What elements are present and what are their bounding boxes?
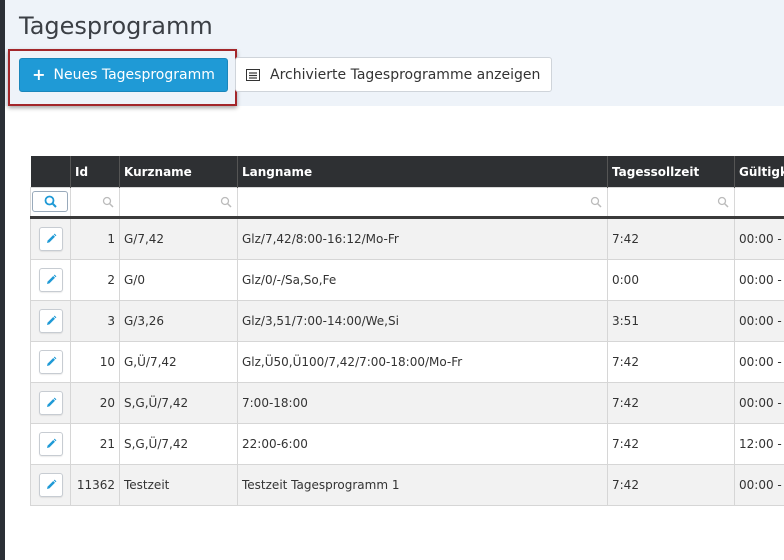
table-row: 3 G/3,26 Glz/3,51/7:00-14:00/We,Si 3:51 … — [30, 300, 784, 342]
row-actions-cell — [30, 217, 71, 260]
column-header-id[interactable]: Id — [70, 156, 120, 188]
edit-button[interactable] — [39, 391, 63, 415]
cell-id: 21 — [70, 423, 120, 465]
row-actions-cell — [30, 341, 71, 383]
pencil-icon — [47, 274, 57, 284]
cell-id: 2 — [70, 259, 120, 301]
plus-icon: + — [32, 65, 46, 84]
row-actions-cell — [30, 259, 71, 301]
show-archived-button[interactable]: Archivierte Tagesprogramme anzeigen — [235, 57, 552, 92]
cell-tagessollzeit: 7:42 — [607, 464, 735, 506]
cell-id: 10 — [70, 341, 120, 383]
cell-langname: Glz/7,42/8:00-16:12/Mo-Fr — [237, 217, 608, 260]
cell-gueltigkeit: 00:00 - — [734, 217, 784, 260]
cell-tagessollzeit: 7:42 — [607, 217, 735, 260]
pencil-icon — [47, 233, 57, 243]
filter-row — [30, 187, 784, 219]
filter-input-id[interactable] — [70, 187, 120, 219]
edit-button[interactable] — [39, 432, 63, 456]
row-actions-cell — [30, 382, 71, 424]
cell-gueltigkeit: 00:00 - — [734, 382, 784, 424]
edit-button[interactable] — [39, 350, 63, 374]
cell-id: 1 — [70, 217, 120, 260]
cell-langname: Glz/0/-/Sa,So,Fe — [237, 259, 608, 301]
tagesprogramm-table: Id Kurzname Langname Tagessollzeit Gülti… — [30, 156, 784, 506]
cell-kurzname: G/0 — [119, 259, 238, 301]
cell-tagessollzeit: 7:42 — [607, 341, 735, 383]
cell-tagessollzeit: 3:51 — [607, 300, 735, 342]
cell-kurzname: Testzeit — [119, 464, 238, 506]
archive-button-label: Archivierte Tagesprogramme anzeigen — [270, 66, 541, 83]
cell-tagessollzeit: 7:42 — [607, 382, 735, 424]
column-header-gueltigkeit[interactable]: Gültigke — [734, 156, 784, 188]
cell-kurzname: G,Ü/7,42 — [119, 341, 238, 383]
table-row: 2 G/0 Glz/0/-/Sa,So,Fe 0:00 00:00 - — [30, 259, 784, 301]
cell-id: 20 — [70, 382, 120, 424]
edit-button[interactable] — [39, 309, 63, 333]
cell-id: 3 — [70, 300, 120, 342]
cell-tagessollzeit: 7:42 — [607, 423, 735, 465]
cell-langname: 7:00-18:00 — [237, 382, 608, 424]
cell-kurzname: S,G,Ü/7,42 — [119, 382, 238, 424]
column-header-langname[interactable]: Langname — [237, 156, 608, 188]
cell-id: 11362 — [70, 464, 120, 506]
table-row: 11362 Testzeit Testzeit Tagesprogramm 1 … — [30, 464, 784, 506]
pencil-icon — [47, 438, 57, 448]
list-icon — [246, 68, 260, 81]
new-button-label: Neues Tagesprogramm — [53, 67, 215, 83]
table-row: 1 G/7,42 Glz/7,42/8:00-16:12/Mo-Fr 7:42 … — [30, 217, 784, 260]
pencil-icon — [47, 479, 57, 489]
cell-langname: Glz,Ü50,Ü100/7,42/7:00-18:00/Mo-Fr — [237, 341, 608, 383]
cell-kurzname: G/3,26 — [119, 300, 238, 342]
new-tagesprogramm-button[interactable]: + Neues Tagesprogramm — [19, 58, 228, 92]
table-row: 21 S,G,Ü/7,42 22:00-6:00 7:42 12:00 - — [30, 423, 784, 465]
edit-button[interactable] — [39, 268, 63, 292]
filter-search-button[interactable] — [32, 191, 68, 212]
row-actions-cell — [30, 300, 71, 342]
filter-input-gueltigkeit[interactable] — [734, 187, 784, 219]
column-header-kurzname[interactable]: Kurzname — [119, 156, 238, 188]
filter-cell-actions — [30, 187, 71, 219]
table-header-row: Id Kurzname Langname Tagessollzeit Gülti… — [30, 156, 784, 188]
column-header-tagessollzeit[interactable]: Tagessollzeit — [607, 156, 735, 188]
search-icon — [220, 196, 232, 208]
cell-langname: 22:00-6:00 — [237, 423, 608, 465]
row-actions-cell — [30, 423, 71, 465]
cell-langname: Testzeit Tagesprogramm 1 — [237, 464, 608, 506]
cell-gueltigkeit: 00:00 - — [734, 300, 784, 342]
column-header-actions — [30, 156, 71, 188]
search-icon — [590, 196, 602, 208]
row-actions-cell — [30, 464, 71, 506]
cell-langname: Glz/3,51/7:00-14:00/We,Si — [237, 300, 608, 342]
cell-kurzname: S,G,Ü/7,42 — [119, 423, 238, 465]
cell-gueltigkeit: 12:00 - — [734, 423, 784, 465]
edit-button[interactable] — [39, 227, 63, 251]
pencil-icon — [47, 397, 57, 407]
pencil-icon — [47, 315, 57, 325]
cell-gueltigkeit: 00:00 - — [734, 259, 784, 301]
page-title: Tagesprogramm — [19, 12, 213, 40]
table-row: 10 G,Ü/7,42 Glz,Ü50,Ü100/7,42/7:00-18:00… — [30, 341, 784, 383]
table-row: 20 S,G,Ü/7,42 7:00-18:00 7:42 00:00 - — [30, 382, 784, 424]
cell-gueltigkeit: 00:00 - — [734, 341, 784, 383]
filter-input-langname[interactable] — [237, 187, 608, 219]
search-icon — [102, 196, 114, 208]
cell-tagessollzeit: 0:00 — [607, 259, 735, 301]
filter-input-tagessollzeit[interactable] — [607, 187, 735, 219]
pencil-icon — [47, 356, 57, 366]
edit-button[interactable] — [39, 473, 63, 497]
cell-kurzname: G/7,42 — [119, 217, 238, 260]
search-icon — [44, 195, 57, 208]
filter-input-kurzname[interactable] — [119, 187, 238, 219]
cell-gueltigkeit: 00:00 - — [734, 464, 784, 506]
search-icon — [717, 196, 729, 208]
